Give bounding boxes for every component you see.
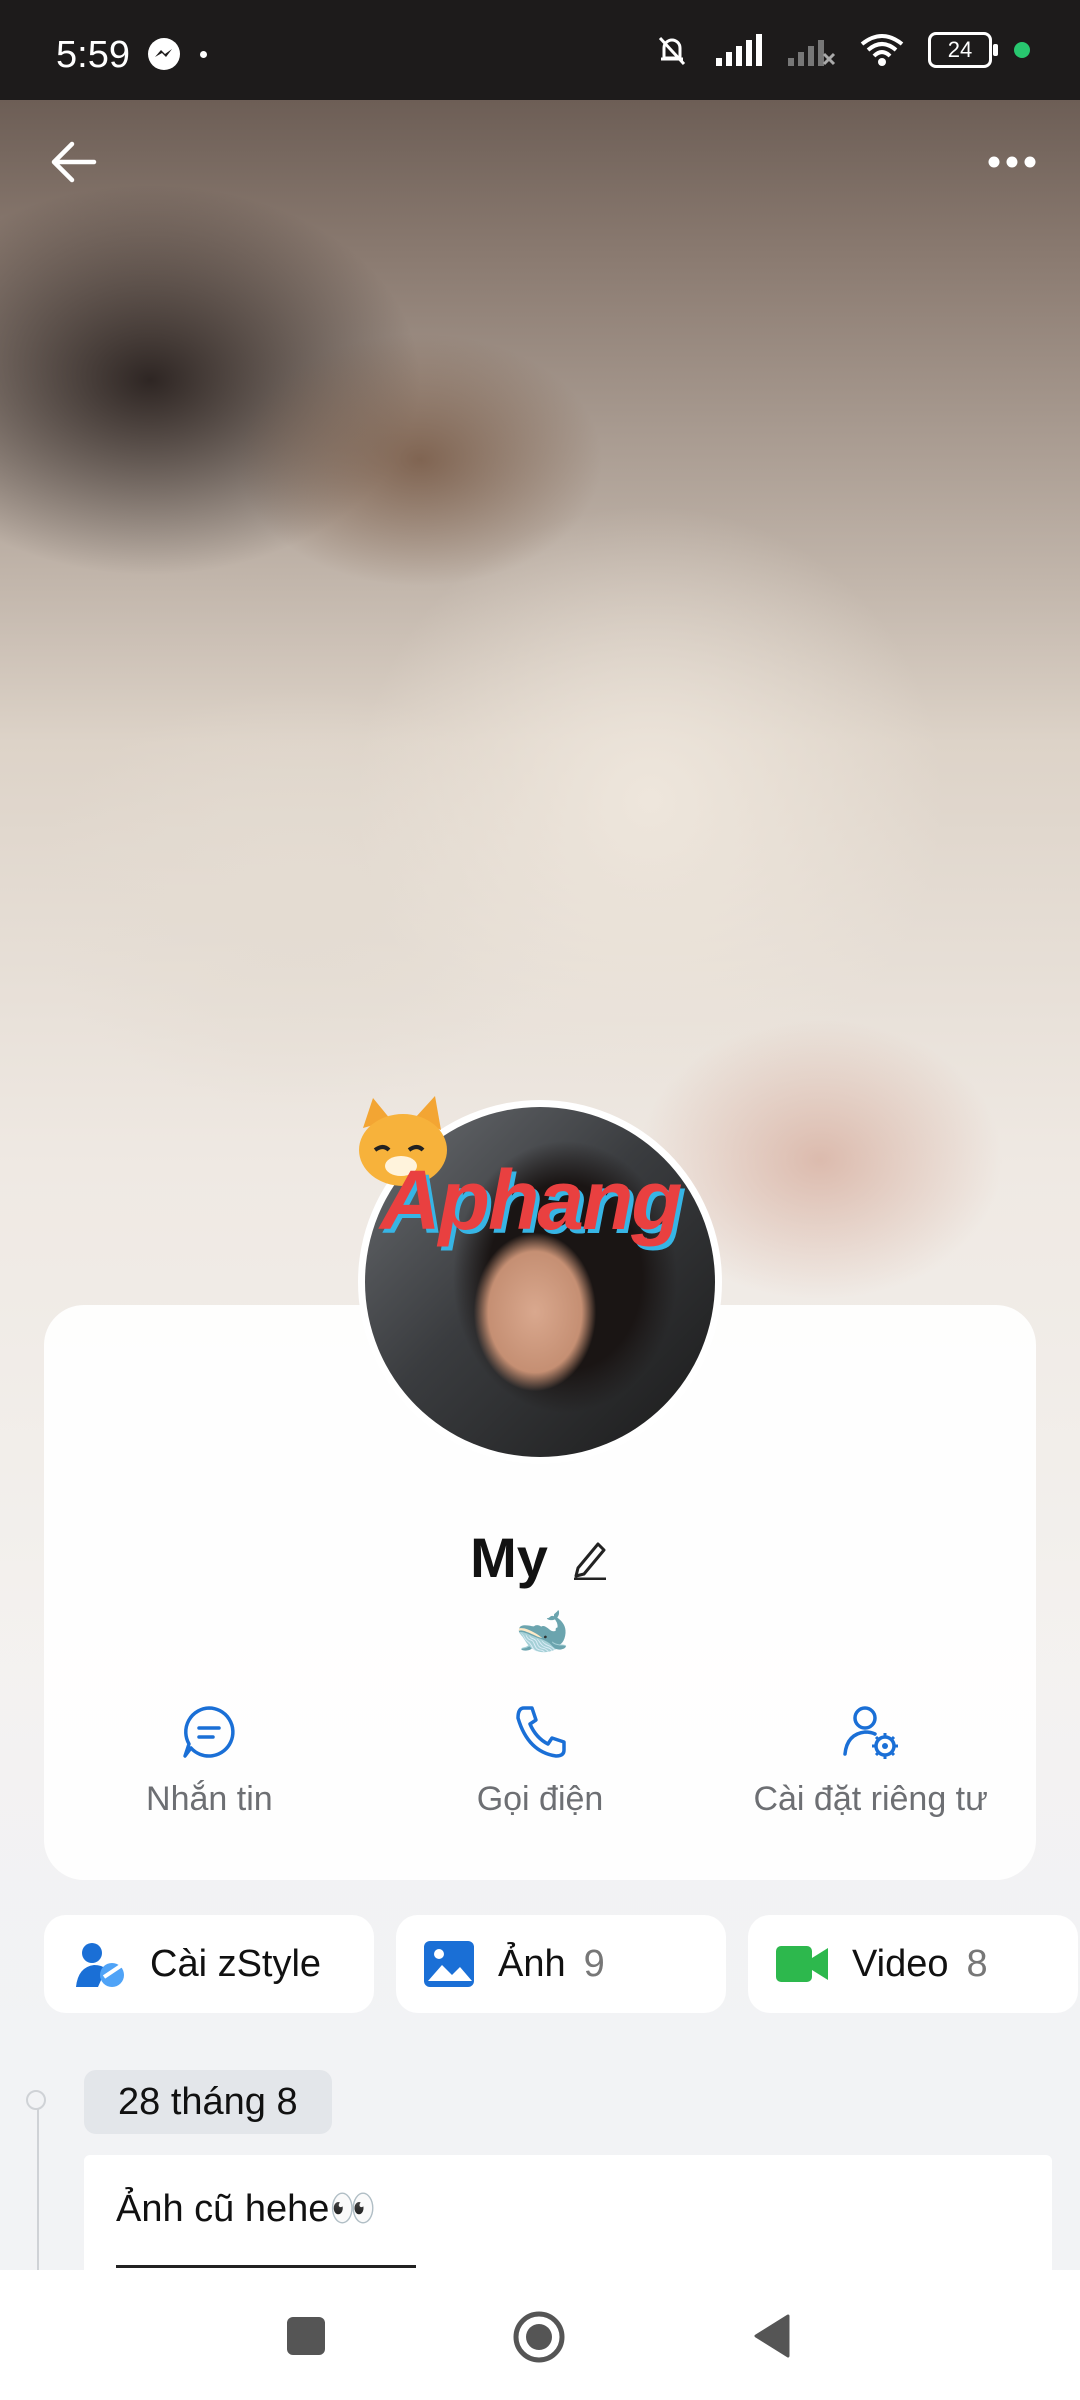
timeline-post[interactable]: Ảnh cũ hehe👀 — [84, 2155, 1052, 2275]
nav-back-button[interactable] — [752, 2312, 792, 2360]
status-emoji: 🐋 — [515, 1607, 570, 1656]
message-icon — [183, 1706, 235, 1758]
bell-muted-icon — [658, 36, 686, 66]
privacy-settings-button[interactable]: Cài đặt riêng tư — [705, 1700, 1036, 1819]
post-text: Ảnh cũ hehe👀 — [116, 2188, 377, 2230]
battery-indicator: 24 — [928, 32, 998, 68]
status-bar: 5:59 24 — [0, 0, 1080, 100]
privacy-settings-label: Cài đặt riêng tư — [753, 1780, 988, 1818]
zstyle-button[interactable]: Cài zStyle — [44, 1915, 374, 2013]
video-icon — [776, 1946, 828, 1982]
call-label: Gọi điện — [476, 1780, 604, 1818]
photo-icon — [424, 1941, 474, 1987]
zstyle-label: Cài zStyle — [150, 1942, 322, 1985]
timeline-date: 28 tháng 8 — [84, 2070, 332, 2134]
timeline-line — [37, 2100, 39, 2270]
timeline-dot — [26, 2090, 46, 2110]
quick-tabs: Cài zStyle Ảnh 9 Video 8 — [44, 1915, 1078, 2013]
photos-count: 9 — [583, 1942, 605, 1985]
profile-name: My — [470, 1526, 548, 1589]
signal-no-sim-icon — [788, 40, 836, 66]
signal-icon — [716, 34, 762, 66]
top-nav — [0, 110, 1080, 210]
photos-button[interactable]: Ảnh 9 — [396, 1915, 726, 2013]
videos-button[interactable]: Video 8 — [748, 1915, 1078, 2013]
message-label: Nhắn tin — [146, 1780, 273, 1818]
messenger-icon — [148, 38, 180, 70]
edit-pencil-icon[interactable] — [570, 1536, 610, 1580]
phone-icon — [516, 1706, 566, 1758]
videos-count: 8 — [966, 1942, 988, 1985]
privacy-indicator-dot — [1014, 42, 1030, 58]
wifi-icon — [860, 34, 904, 66]
photos-label: Ảnh — [498, 1942, 566, 1985]
back-arrow-icon[interactable] — [44, 130, 108, 194]
system-nav-bar — [0, 2270, 1080, 2400]
dot-icon — [200, 50, 207, 58]
recent-apps-button[interactable] — [287, 2317, 325, 2355]
watermark-logo: Aphang — [380, 1153, 683, 1247]
status-time: 5:59 — [56, 34, 130, 76]
privacy-settings-icon — [842, 1706, 898, 1759]
message-button[interactable]: Nhắn tin — [44, 1700, 375, 1819]
name-row: My — [0, 1525, 1080, 1590]
home-button[interactable] — [512, 2310, 566, 2364]
more-options-icon[interactable] — [980, 130, 1044, 194]
call-button[interactable]: Gọi điện — [375, 1700, 706, 1819]
videos-label: Video — [852, 1942, 949, 1985]
post-divider — [116, 2265, 416, 2268]
zstyle-icon — [76, 1943, 124, 1987]
profile-actions: Nhắn tin Gọi điện Cài đặt riêng tư — [44, 1700, 1036, 1819]
